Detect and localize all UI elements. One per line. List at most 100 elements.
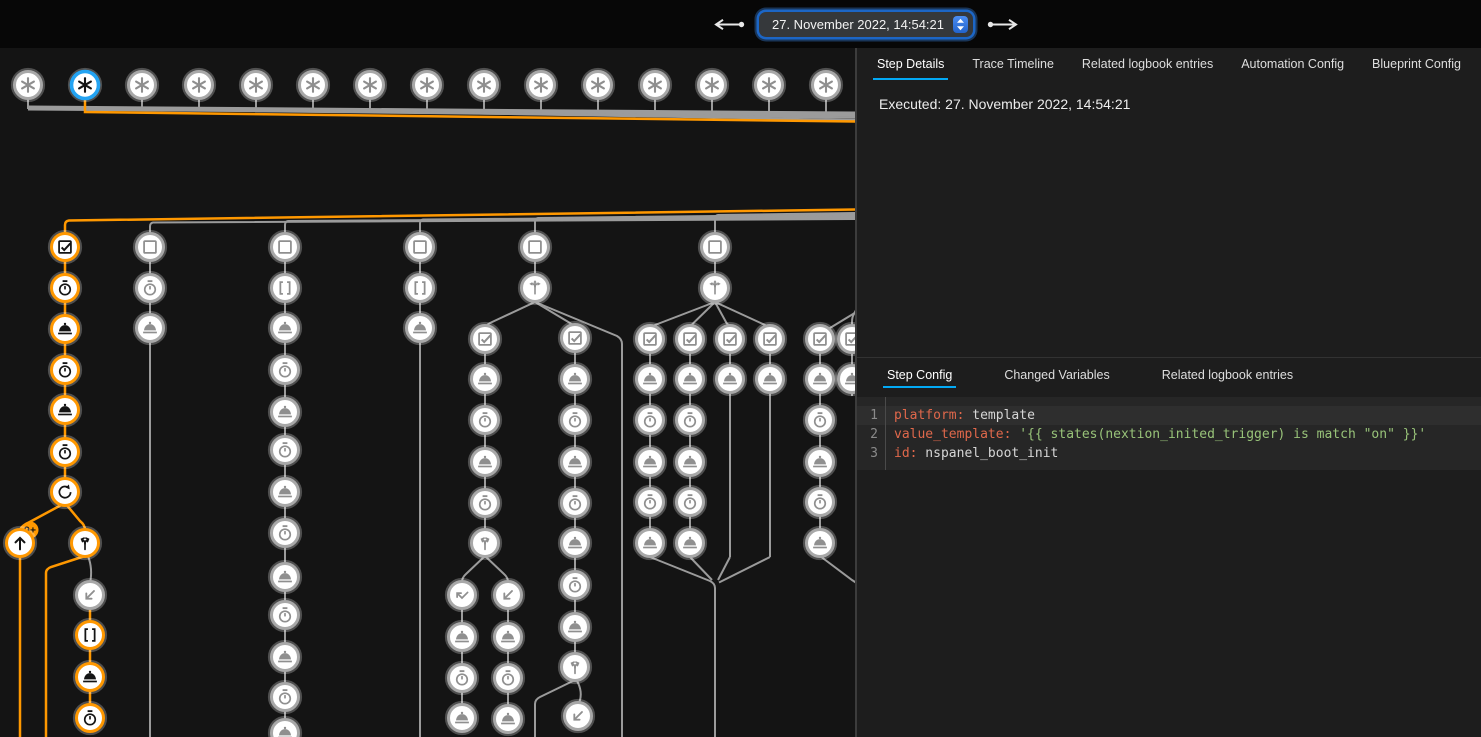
condition-checked-node[interactable] — [559, 322, 590, 353]
delay-timer-node[interactable] — [469, 487, 500, 518]
service-call-node[interactable] — [74, 661, 105, 692]
tab-trace-timeline[interactable]: Trace Timeline — [968, 48, 1058, 80]
delay-timer-node[interactable] — [49, 272, 80, 303]
service-call-node[interactable] — [804, 527, 835, 558]
delay-timer-node[interactable] — [674, 404, 705, 435]
service-call-node[interactable] — [49, 313, 80, 344]
arrow-bottom-left-node[interactable] — [74, 579, 105, 610]
delay-timer-node[interactable] — [674, 486, 705, 517]
delay-timer-node[interactable] — [634, 404, 665, 435]
delay-timer-node[interactable] — [269, 517, 300, 548]
tab-changed-variables[interactable]: Changed Variables — [1000, 361, 1113, 388]
delay-timer-node[interactable] — [469, 404, 500, 435]
condition-checked-node[interactable] — [754, 323, 785, 354]
service-call-node[interactable] — [559, 527, 590, 558]
condition-checked-node[interactable] — [674, 323, 705, 354]
code-brackets-node[interactable] — [74, 619, 105, 650]
service-call-node[interactable] — [446, 621, 477, 652]
call-split-node[interactable] — [69, 527, 100, 558]
service-call-node[interactable] — [634, 446, 665, 477]
service-call-node[interactable] — [674, 527, 705, 558]
service-call-node[interactable] — [269, 717, 300, 737]
arrow-bottom-left-node[interactable] — [492, 579, 523, 610]
asterisk-trigger-node[interactable] — [468, 69, 499, 100]
asterisk-trigger-node[interactable] — [696, 69, 727, 100]
service-call-node[interactable] — [469, 363, 500, 394]
service-call-node[interactable] — [559, 611, 590, 642]
condition-unchecked-node[interactable] — [699, 231, 730, 262]
service-call-node[interactable] — [714, 363, 745, 394]
tab-step-details[interactable]: Step Details — [873, 48, 948, 80]
asterisk-trigger-node[interactable] — [69, 69, 100, 100]
service-call-node[interactable] — [469, 446, 500, 477]
condition-checked-node[interactable] — [836, 323, 855, 354]
arrow-bottom-left-node[interactable] — [562, 700, 593, 731]
service-call-node[interactable] — [446, 702, 477, 733]
asterisk-trigger-node[interactable] — [126, 69, 157, 100]
delay-timer-node[interactable] — [559, 487, 590, 518]
call-split-node[interactable] — [469, 527, 500, 558]
service-call-node[interactable] — [754, 363, 785, 394]
condition-unchecked-node[interactable] — [404, 231, 435, 262]
condition-checked-node[interactable] — [634, 323, 665, 354]
tab-automation-config[interactable]: Automation Config — [1237, 48, 1348, 80]
service-call-node[interactable] — [404, 312, 435, 343]
call-missed-node[interactable] — [446, 579, 477, 610]
delay-timer-node[interactable] — [134, 272, 165, 303]
delay-timer-node[interactable] — [559, 404, 590, 435]
next-run-arrow-icon[interactable] — [986, 18, 1020, 31]
delay-timer-node[interactable] — [269, 681, 300, 712]
service-call-node[interactable] — [269, 476, 300, 507]
delay-timer-node[interactable] — [269, 434, 300, 465]
delay-timer-node[interactable] — [49, 436, 80, 467]
service-call-node[interactable] — [804, 446, 835, 477]
condition-unchecked-node[interactable] — [134, 231, 165, 262]
delay-timer-node[interactable] — [269, 599, 300, 630]
asterisk-trigger-node[interactable] — [354, 69, 385, 100]
service-call-node[interactable] — [269, 561, 300, 592]
tab-config-related-logbook-entries[interactable]: Related logbook entries — [1158, 361, 1297, 388]
service-call-node[interactable] — [634, 527, 665, 558]
asterisk-trigger-node[interactable] — [582, 69, 613, 100]
service-call-node[interactable] — [492, 703, 523, 734]
asterisk-trigger-node[interactable] — [411, 69, 442, 100]
service-call-node[interactable] — [804, 363, 835, 394]
service-call-node[interactable] — [674, 363, 705, 394]
choose-decision-node[interactable] — [699, 272, 730, 303]
asterisk-trigger-node[interactable] — [183, 69, 214, 100]
code-brackets-node[interactable] — [404, 272, 435, 303]
delay-timer-node[interactable] — [634, 486, 665, 517]
condition-checked-node[interactable] — [49, 231, 80, 262]
service-call-node[interactable] — [134, 312, 165, 343]
delay-timer-node[interactable] — [559, 569, 590, 600]
condition-unchecked-node[interactable] — [519, 231, 550, 262]
previous-run-arrow-icon[interactable] — [712, 18, 746, 31]
asterisk-trigger-node[interactable] — [639, 69, 670, 100]
delay-timer-node[interactable] — [492, 662, 523, 693]
delay-timer-node[interactable] — [74, 702, 105, 733]
service-call-node[interactable] — [49, 394, 80, 425]
service-call-node[interactable] — [492, 621, 523, 652]
delay-timer-node[interactable] — [446, 662, 477, 693]
delay-timer-node[interactable] — [269, 354, 300, 385]
call-split-node[interactable] — [559, 651, 590, 682]
asterisk-trigger-node[interactable] — [297, 69, 328, 100]
delay-timer-node[interactable] — [804, 404, 835, 435]
run-datetime-select[interactable]: 27. November 2022, 14:54:21 — [759, 12, 973, 37]
service-call-node[interactable] — [269, 641, 300, 672]
condition-checked-node[interactable] — [469, 323, 500, 354]
service-call-node[interactable] — [836, 363, 855, 394]
condition-checked-node[interactable] — [714, 323, 745, 354]
service-call-node[interactable] — [559, 446, 590, 477]
service-call-node[interactable] — [634, 363, 665, 394]
service-call-node[interactable] — [674, 446, 705, 477]
condition-checked-node[interactable] — [804, 323, 835, 354]
service-call-node[interactable] — [269, 312, 300, 343]
asterisk-trigger-node[interactable] — [12, 69, 43, 100]
repeat-node[interactable] — [49, 476, 80, 507]
tab-related-logbook-entries[interactable]: Related logbook entries — [1078, 48, 1217, 80]
tab-blueprint-config[interactable]: Blueprint Config — [1368, 48, 1465, 80]
choose-decision-node[interactable] — [519, 272, 550, 303]
code-brackets-node[interactable] — [269, 272, 300, 303]
delay-timer-node[interactable] — [49, 354, 80, 385]
